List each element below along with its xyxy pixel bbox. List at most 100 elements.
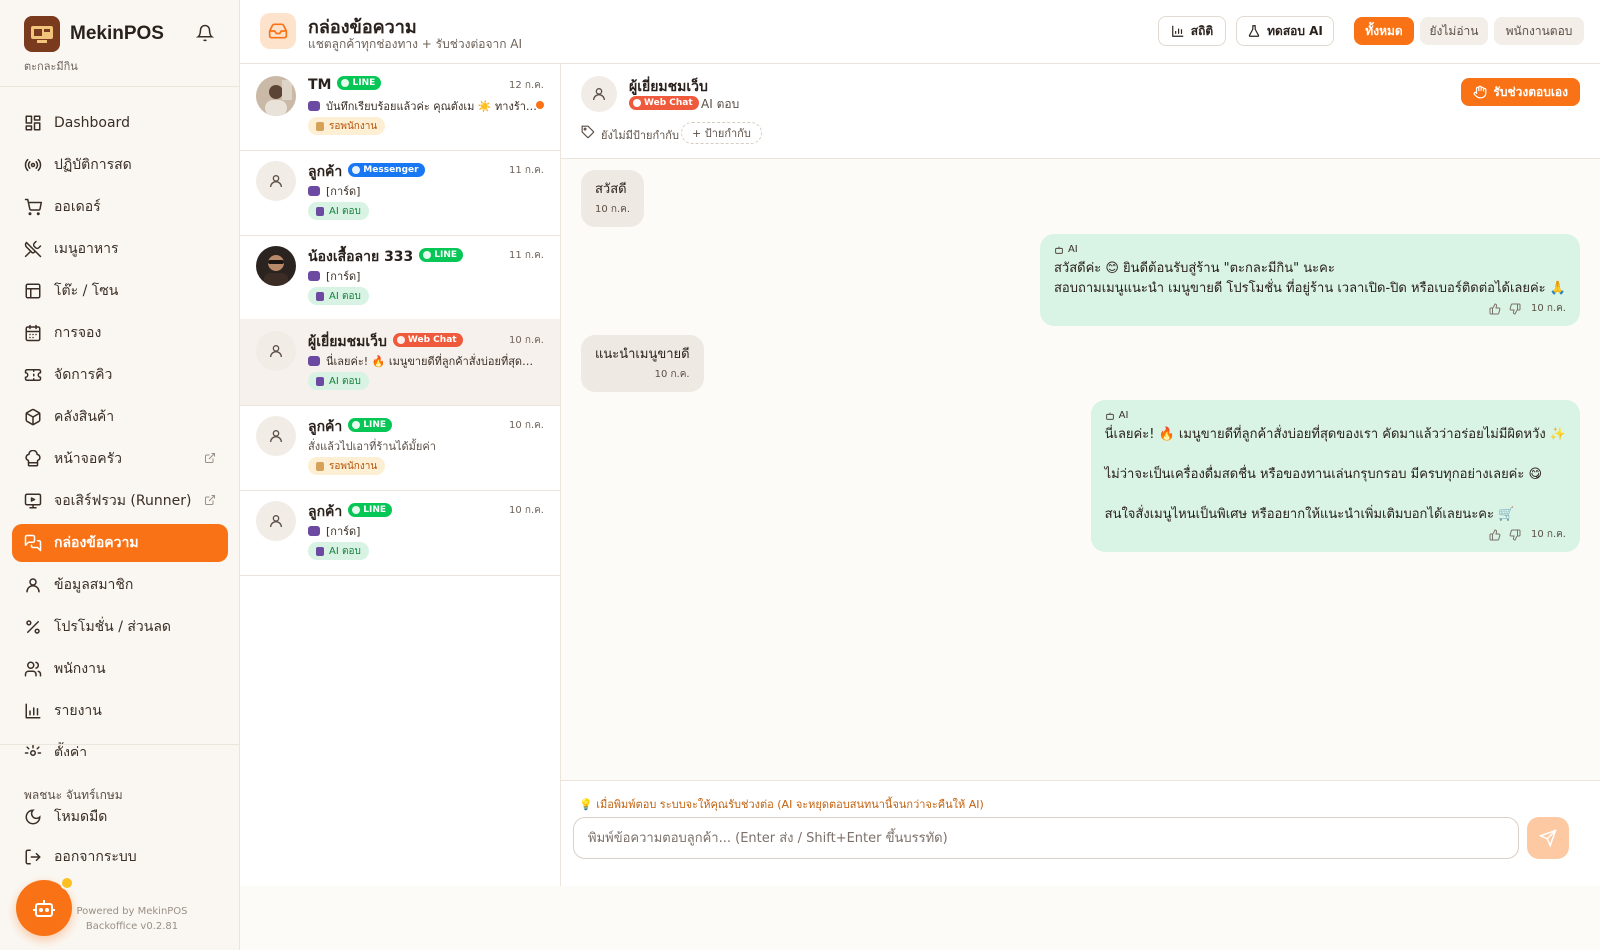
live-icon	[24, 158, 42, 172]
test-ai-button[interactable]: ทดสอบ AI	[1236, 16, 1334, 46]
sidebar-item-15[interactable]: ตั้งค่า	[12, 734, 228, 756]
thumbs-up-icon[interactable]	[1489, 529, 1501, 541]
sidebar-item-4[interactable]: โต๊ะ / โซน	[12, 272, 228, 310]
contact-name: ลูกค้า	[308, 504, 343, 520]
sidebar-divider	[0, 86, 240, 87]
sidebar-item-11[interactable]: ข้อมูลสมาชิก	[12, 566, 228, 604]
ai-tag: AI	[1105, 410, 1566, 421]
sidebar-item-3[interactable]: เมนูอาหาร	[12, 230, 228, 268]
avatar	[256, 501, 296, 541]
sidebar-divider	[0, 744, 240, 745]
brand[interactable]: MekinPOS	[24, 16, 164, 52]
page-header: กล่องข้อความ แชตลูกค้าทุกช่องทาง + รับช่…	[240, 0, 1600, 64]
bot-icon	[316, 206, 324, 216]
brand-subtitle: ตะกละมีกิน	[24, 60, 78, 73]
message-time: 10 ก.ค.	[595, 204, 631, 215]
sidebar-item-label: เมนูอาหาร	[54, 241, 119, 257]
channel-badge: LINE	[348, 503, 393, 517]
conversation-time: 11 ก.ค.	[508, 165, 544, 176]
box-icon	[25, 408, 41, 426]
sidebar-item-9[interactable]: จอเสิร์ฟรวม (Runner)	[12, 482, 228, 520]
filter-all[interactable]: ทั้งหมด	[1354, 17, 1414, 45]
channel-badge: LINE	[337, 76, 382, 90]
conversation-item[interactable]: น้องเสื้อลาย 333 LINE 11 ก.ค. [การ์ด] AI ตอบ	[240, 234, 560, 321]
test-ai-label: ทดสอบ AI	[1267, 23, 1323, 38]
ticket-icon	[24, 369, 42, 381]
sidebar-item-8[interactable]: หน้าจอครัว	[12, 440, 228, 478]
contact-name: TM	[308, 77, 332, 93]
notification-dot	[60, 876, 74, 890]
sidebar-item-7[interactable]: คลังสินค้า	[12, 398, 228, 436]
calendar-icon	[25, 324, 41, 342]
bot-icon	[308, 356, 320, 366]
settings-icon	[24, 744, 42, 756]
avatar	[256, 246, 296, 286]
channel-icon	[396, 336, 405, 344]
bell-icon[interactable]	[195, 24, 215, 46]
status-label: รอพนักงาน	[329, 460, 378, 472]
status-label: รอพนักงาน	[329, 120, 378, 132]
bar-chart-icon	[1171, 25, 1184, 37]
conversation-item[interactable]: TM LINE 12 ก.ค. บันทึกเรียบร้อยแล้วค่ะ คุณต…	[240, 64, 560, 151]
conversation-item[interactable]: ลูกค้า LINE 10 ก.ค. สั่งแล้วไปเอาที่ร้านได้…	[240, 404, 560, 491]
thumbs-up-icon[interactable]	[1489, 303, 1501, 315]
sidebar-item-1[interactable]: ปฏิบัติการสด	[12, 146, 228, 184]
thumbs-down-icon[interactable]	[1509, 303, 1521, 315]
status-badge: AI ตอบ	[308, 542, 369, 560]
sidebar-item-10[interactable]: กล่องข้อความ	[12, 524, 228, 562]
avatar-photo	[256, 76, 296, 116]
contact-name: น้องเสื้อลาย 333	[308, 249, 414, 265]
thumbs-down-icon[interactable]	[1509, 529, 1521, 541]
page-subtitle: แชตลูกค้าทุกช่องทาง + รับช่วงต่อจาก AI	[308, 37, 523, 51]
filter-staff-reply[interactable]: พนักงานตอบ	[1494, 17, 1584, 45]
stats-label: สถิติ	[1190, 23, 1214, 38]
message-input[interactable]	[573, 817, 1519, 859]
dark-mode-button[interactable]: โหมดมืด	[24, 806, 107, 828]
avatar	[256, 331, 296, 371]
dark-mode-label: โหมดมืด	[54, 809, 108, 825]
conversation-item[interactable]: ลูกค้า Messenger 11 ก.ค. [การ์ด] AI ตอบ	[240, 149, 560, 236]
channel-badge: Web Chat	[392, 333, 463, 347]
sidebar-item-2[interactable]: ออเดอร์	[12, 188, 228, 226]
status-badge: รอพนักงาน	[308, 457, 386, 475]
sidebar: MekinPOS ตะกละมีกิน Dashboard ปฏิบัติการส…	[0, 0, 240, 950]
channel-icon	[341, 79, 350, 87]
conversation-preview: [การ์ด]	[308, 267, 540, 285]
takeover-button[interactable]: รับช่วงตอบเอง	[1461, 78, 1580, 106]
sidebar-item-13[interactable]: พนักงาน	[12, 650, 228, 688]
contact-name: ลูกค้า	[308, 419, 343, 435]
sidebar-item-14[interactable]: รายงาน	[12, 692, 228, 730]
conversation-name: ลูกค้า Messenger	[308, 161, 425, 183]
conversation-time: 10 ก.ค.	[508, 505, 544, 516]
user-icon	[26, 578, 40, 593]
monitor-icon	[24, 493, 42, 509]
add-tag-button[interactable]: + ป้ายกำกับ	[681, 122, 762, 144]
ai-message: AI นี่เลยค่ะ! 🔥 เมนูขายดีที่ลูกค้าสั่งบ่อ…	[1090, 400, 1580, 552]
inbox-icon	[260, 13, 296, 49]
stats-button[interactable]: สถิติ	[1158, 16, 1226, 46]
conversation-item[interactable]: ลูกค้า LINE 10 ก.ค. [การ์ด] AI ตอบ	[240, 489, 560, 576]
robot-icon	[33, 900, 55, 917]
sidebar-item-label: ข้อมูลสมาชิก	[54, 577, 134, 593]
sidebar-item-label: จอเสิร์ฟรวม (Runner)	[54, 493, 192, 509]
brand-logo	[24, 16, 60, 52]
message-text: แนะนำเมนูขายดี	[595, 347, 690, 362]
conversation-item[interactable]: ผู้เยี่ยมชมเว็บ Web Chat 10 ก.ค. นี่เลยค่ะ!…	[240, 319, 560, 406]
channel-label: LINE	[352, 78, 376, 88]
sidebar-item-5[interactable]: การจอง	[12, 314, 228, 352]
sidebar-item-12[interactable]: โปรโมชั่น / ส่วนลด	[12, 608, 228, 646]
user-icon	[270, 345, 282, 358]
sidebar-item-0[interactable]: Dashboard	[12, 104, 228, 142]
logout-button[interactable]: ออกจากระบบ	[24, 846, 137, 868]
filter-unread[interactable]: ยังไม่อ่าน	[1420, 17, 1488, 45]
ai-tag-label: AI	[1067, 244, 1078, 255]
send-button[interactable]	[1527, 817, 1569, 859]
brand-name: MekinPOS	[70, 23, 164, 44]
bot-icon	[1055, 246, 1063, 254]
sidebar-nav: Dashboard ปฏิบัติการสดออเดอร์เมนูอาหารโต๊…	[12, 104, 228, 756]
sidebar-item-label: หน้าจอครัว	[54, 451, 123, 467]
channel-icon	[352, 506, 361, 514]
channel-label: LINE	[363, 505, 387, 515]
sidebar-item-6[interactable]: จัดการคิว	[12, 356, 228, 394]
message-time: 10 ก.ค.	[1530, 529, 1566, 540]
